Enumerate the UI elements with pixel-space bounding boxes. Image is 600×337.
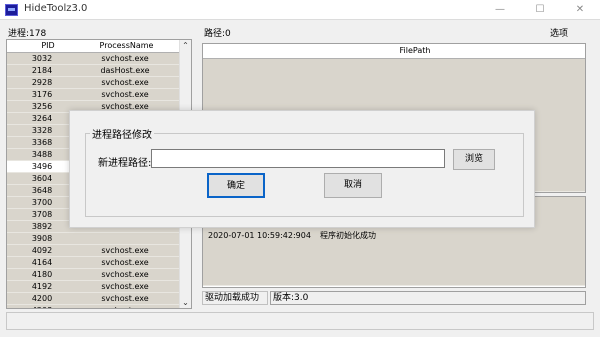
- process-pid: 3908: [31, 234, 53, 243]
- dialog-group-title: 进程路径修改: [90, 126, 154, 141]
- process-row[interactable]: 4092 svchost.exe: [7, 245, 182, 257]
- process-row[interactable]: 4208svchost.exe: [7, 305, 185, 308]
- browse-button[interactable]: 浏览: [453, 149, 495, 170]
- status-bar: [6, 312, 594, 330]
- filepath-column-header[interactable]: FilePath: [245, 44, 585, 59]
- scroll-up-icon[interactable]: ⌃: [180, 41, 191, 50]
- process-count-label: 进程:178: [8, 29, 47, 39]
- dialog-group-box: [85, 133, 524, 217]
- app-icon: [5, 4, 18, 16]
- title-bar: HideToolz3.0 — ☐ ✕: [0, 0, 600, 20]
- ok-button[interactable]: 确定: [207, 173, 265, 198]
- new-path-input[interactable]: [151, 149, 445, 168]
- path-count-label: 路径:0: [204, 29, 231, 39]
- process-pid: 3648: [31, 186, 53, 195]
- minimize-button[interactable]: —: [480, 0, 520, 20]
- window-title: HideToolz3.0: [24, 3, 88, 14]
- log-time: 2020-07-01 10:59:42:904: [208, 231, 311, 240]
- process-name: svchost.exe: [101, 282, 149, 291]
- process-row[interactable]: 3176 svchost.exe: [7, 89, 182, 101]
- process-row[interactable]: 2928 svchost.exe: [7, 77, 182, 89]
- process-pid: 3368: [31, 138, 53, 147]
- process-row[interactable]: 3032 svchost.exe: [7, 53, 182, 65]
- process-name: svchost.exe: [101, 270, 149, 279]
- process-row[interactable]: 4164 svchost.exe: [7, 257, 182, 269]
- process-name: svchost.exe: [65, 305, 185, 308]
- process-row[interactable]: 4180 svchost.exe: [7, 269, 182, 281]
- process-row[interactable]: 4200 svchost.exe: [7, 293, 182, 305]
- pid-column-header[interactable]: PID: [25, 40, 72, 53]
- maximize-button[interactable]: ☐: [520, 0, 560, 20]
- process-name: svchost.exe: [101, 90, 149, 99]
- cancel-button[interactable]: 取消: [324, 173, 382, 198]
- process-name: svchost.exe: [101, 258, 149, 267]
- process-name: dasHost.exe: [100, 66, 150, 75]
- close-button[interactable]: ✕: [560, 0, 600, 20]
- path-row-header-corner: [203, 44, 246, 59]
- process-pid: 3700: [31, 198, 53, 207]
- process-pid: 3604: [31, 174, 53, 183]
- log-row: [203, 274, 585, 286]
- process-pid: 3708: [31, 210, 53, 219]
- new-path-label: 新进程路径:: [98, 158, 152, 169]
- process-row[interactable]: 3908: [7, 233, 182, 245]
- row-header-corner: [7, 40, 26, 53]
- process-name: svchost.exe: [101, 246, 149, 255]
- process-row[interactable]: 2184 dasHost.exe: [7, 65, 182, 77]
- process-pid: 3264: [31, 114, 53, 123]
- process-name: svchost.exe: [101, 54, 149, 63]
- process-name: svchost.exe: [101, 78, 149, 87]
- processname-column-header[interactable]: ProcessName: [71, 40, 183, 53]
- process-pid: 3892: [31, 222, 53, 231]
- process-pid: 3488: [31, 150, 53, 159]
- process-pid: 3496: [31, 162, 53, 171]
- log-message: 程序初始化成功: [320, 231, 376, 240]
- process-name: svchost.exe: [101, 294, 149, 303]
- options-menu[interactable]: 选项: [550, 26, 568, 39]
- process-row[interactable]: 4192 svchost.exe: [7, 281, 182, 293]
- version-status: 版本:3.0: [270, 291, 586, 305]
- path-edit-dialog: 进程路径修改 新进程路径: 浏览 确定 取消: [69, 110, 535, 228]
- process-pid: 3328: [31, 126, 53, 135]
- driver-status: 驱动加载成功: [202, 291, 268, 305]
- scroll-down-icon[interactable]: ⌄: [180, 298, 191, 307]
